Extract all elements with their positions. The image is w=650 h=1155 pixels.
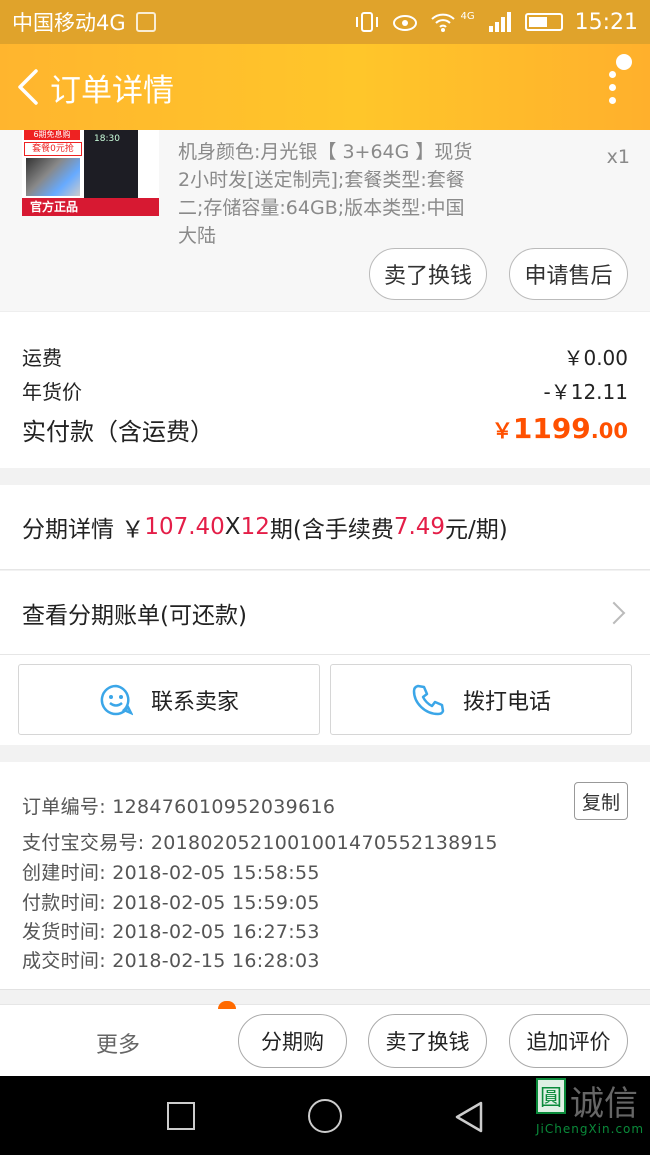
header-bar: 订单详情 <box>0 44 650 130</box>
eye-comfort-icon <box>393 15 418 31</box>
watermark: 圓 诚信 JiChengXin.com <box>536 1078 650 1152</box>
shipping-value: ￥0.00 <box>563 346 628 370</box>
chevron-right-icon <box>602 601 626 624</box>
contact-seller-label: 联系卖家 <box>150 689 239 715</box>
installment-detail: 分期详情 ￥ 107.40 X 12 期(含手续费 7.49 元/期) <box>0 485 650 570</box>
status-time: 15:21 <box>574 9 638 35</box>
chat-smiley-icon <box>100 684 133 715</box>
discount-row: 年货价 -￥12.11 <box>22 376 628 405</box>
signal-icon <box>488 12 511 32</box>
wifi-icon <box>431 13 456 32</box>
network-type: 4G <box>460 10 475 22</box>
call-phone-label: 拨打电话 <box>462 689 551 715</box>
battery-icon <box>524 13 563 31</box>
installment-mid: 期(含手续费 <box>269 517 394 543</box>
order-number: 订单编号: 128476010952039616 <box>22 796 336 818</box>
dot <box>609 70 616 78</box>
alipay-number: 支付宝交易号: 2018020521001001470552138915 <box>22 832 498 854</box>
currency-symbol: ￥ <box>491 419 513 443</box>
add-review-button[interactable]: 追加评价 <box>509 1014 628 1068</box>
recent-apps-button[interactable] <box>167 1102 195 1130</box>
page-title: 订单详情 <box>50 72 174 109</box>
installment-multiplier: X <box>224 514 241 540</box>
phone-icon <box>412 684 445 715</box>
fee-summary: 运费 ￥0.00 年货价 -￥12.11 实付款（含运费） ￥1199.00 <box>0 311 650 468</box>
product-section: 6期免息购 套餐0元抢 18:30 官方正品 机身颜色:月光银【 3+64G 】… <box>0 130 650 311</box>
created-time: 创建时间: 2018-02-05 15:58:55 <box>22 862 320 884</box>
accessory-image <box>26 158 80 196</box>
installment-buy-button[interactable]: 分期购 <box>238 1014 347 1068</box>
sell-again-button[interactable]: 卖了换钱 <box>368 1014 487 1068</box>
status-icons: 4G 15:21 <box>354 10 638 35</box>
watermark-url: JiChengXin.com <box>536 1122 645 1136</box>
product-spec: 机身颜色:月光银【 3+64G 】现货2小时发[送定制壳];套餐类型:套餐二;存… <box>178 141 473 247</box>
back-nav-button[interactable] <box>453 1100 485 1134</box>
status-bar: 中国移动4G 4G 15:21 <box>0 0 650 44</box>
home-button[interactable] <box>308 1099 342 1133</box>
vibrate-icon <box>356 12 379 32</box>
badge-indicator <box>218 1001 236 1009</box>
watermark-text: 诚信 <box>570 1084 638 1124</box>
shipping-row: 运费 ￥0.00 <box>22 342 628 371</box>
product-quantity: x1 <box>606 146 630 168</box>
copy-button[interactable]: 复制 <box>574 782 628 820</box>
contact-area: 联系卖家 拨打电话 <box>0 655 650 745</box>
installment-fee: 7.49 <box>393 514 446 540</box>
chevron-left-icon <box>18 69 38 105</box>
total-price: ￥1199.00 <box>492 412 628 447</box>
installment-suffix: 元/期) <box>445 517 508 543</box>
total-decimal: .00 <box>590 419 628 443</box>
carrier-group: 中国移动4G <box>12 7 156 37</box>
completed-time: 成交时间: 2018-02-15 16:28:03 <box>22 950 320 972</box>
product-thumbnail[interactable]: 6期免息购 套餐0元抢 18:30 官方正品 <box>22 130 159 216</box>
shipped-time: 发货时间: 2018-02-05 16:27:53 <box>22 921 320 943</box>
dot <box>609 96 616 104</box>
order-info: 订单编号: 128476010952039616 复制 支付宝交易号: 2018… <box>0 762 650 990</box>
call-phone-button[interactable]: 拨打电话 <box>330 664 632 735</box>
image-notification-icon <box>135 12 156 32</box>
total-row: 实付款（含运费） ￥1199.00 <box>22 412 628 447</box>
watermark-logo: 圓 <box>536 1078 566 1114</box>
shipping-label: 运费 <box>22 346 62 370</box>
promo-label-top: 6期免息购 <box>24 130 80 140</box>
dot <box>609 83 616 91</box>
notification-dot <box>616 54 632 70</box>
more-menu-button[interactable] <box>609 70 616 104</box>
total-label: 实付款（含运费） <box>22 418 214 446</box>
bottom-action-bar: 更多 分期购 卖了换钱 追加评价 <box>0 1001 650 1076</box>
contact-seller-button[interactable]: 联系卖家 <box>18 664 320 735</box>
installment-prefix: 分期详情 ￥ <box>22 517 145 543</box>
bill-label: 查看分期账单(可还款) <box>22 602 247 629</box>
installment-amount: 107.40 <box>144 514 225 540</box>
discount-value: -￥12.11 <box>543 380 628 404</box>
discount-label: 年货价 <box>22 380 82 404</box>
installment-periods: 12 <box>240 514 270 540</box>
promo-label-mid: 套餐0元抢 <box>24 142 82 156</box>
after-sale-button[interactable]: 申请售后 <box>509 248 628 300</box>
total-integer: 1199 <box>512 412 591 445</box>
more-button[interactable]: 更多 <box>96 1027 140 1059</box>
back-button[interactable] <box>8 67 48 107</box>
paid-time: 付款时间: 2018-02-05 15:59:05 <box>22 892 320 914</box>
official-badge: 官方正品 <box>22 198 159 216</box>
carrier-name: 中国移动4G <box>12 11 126 35</box>
installment-bill-link[interactable]: 查看分期账单(可还款) <box>0 571 650 655</box>
sell-button[interactable]: 卖了换钱 <box>369 248 487 300</box>
